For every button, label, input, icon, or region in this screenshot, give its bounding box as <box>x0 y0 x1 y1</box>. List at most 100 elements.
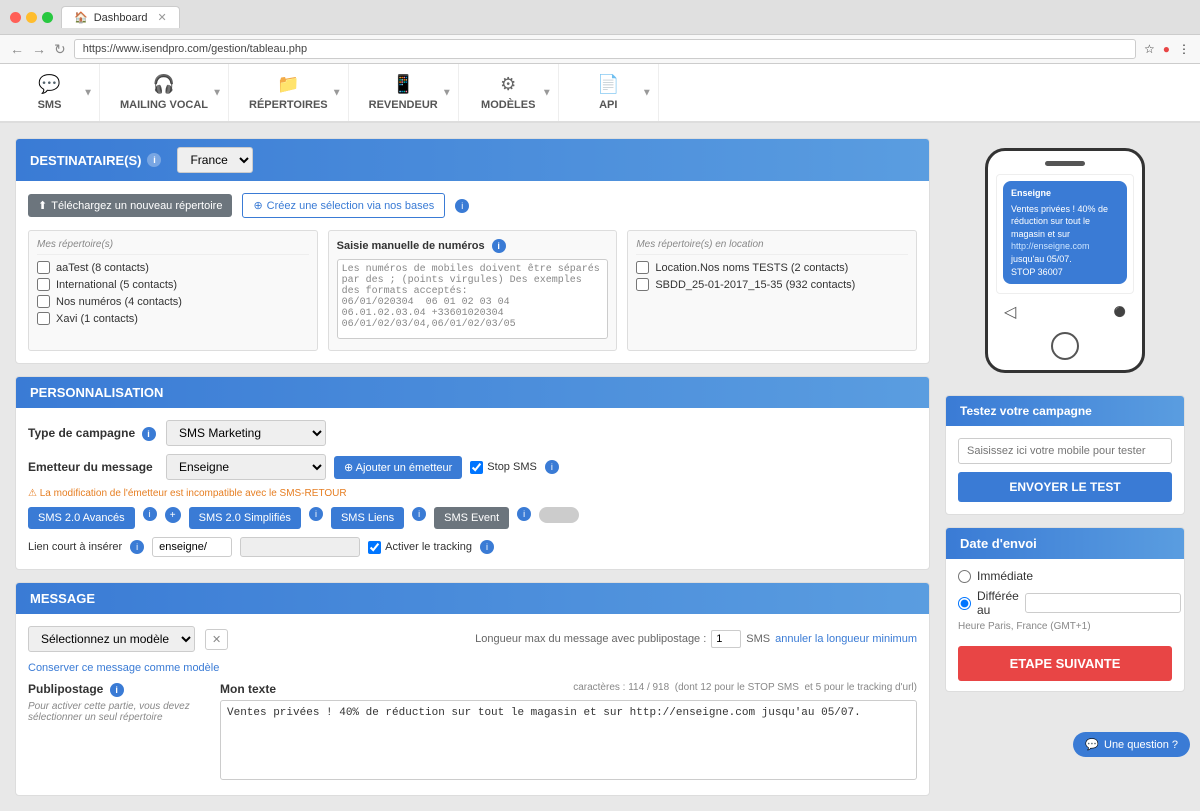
test-campagne-section: Testez votre campagne ENVOYER LE TEST <box>945 395 1185 515</box>
sms-avances-button[interactable]: SMS 2.0 Avancés <box>28 507 135 529</box>
test-mobile-input[interactable] <box>958 438 1172 464</box>
lien-court-value[interactable] <box>240 537 360 557</box>
test-campagne-header: Testez votre campagne <box>946 396 1184 426</box>
rep-checkbox-international[interactable] <box>37 278 50 291</box>
date-envoi-body: Immédiate Différée au 26/06/201 📅 10:45 … <box>946 559 1184 691</box>
rep-checkbox-location-1[interactable] <box>636 261 649 274</box>
etape-suivante-button[interactable]: ETAPE SUIVANTE <box>958 646 1172 681</box>
sms-simplifies-button[interactable]: SMS 2.0 Simplifiés <box>189 507 301 529</box>
sms-buttons-row: SMS 2.0 Avancés i + SMS 2.0 Simplifiés i… <box>28 507 917 529</box>
message-section: MESSAGE Sélectionnez un modèle ✕ Longueu… <box>15 582 930 796</box>
destinataires-header: DESTINATAIRE(S) i France <box>16 139 929 181</box>
rep-checkbox-nos-numeros[interactable] <box>37 295 50 308</box>
annuler-longueur-link[interactable]: annuler la longueur minimum <box>775 633 917 645</box>
phone-home-button <box>1051 332 1079 360</box>
model-select[interactable]: Sélectionnez un modèle <box>28 626 195 652</box>
sms-avances-plus[interactable]: + <box>165 507 181 523</box>
type-campagne-label: Type de campagne i <box>28 426 158 441</box>
saisie-textarea[interactable]: Les numéros de mobiles doivent être sépa… <box>337 259 609 339</box>
ajouter-emetteur-button[interactable]: ⊕ Ajouter un émetteur <box>334 456 462 479</box>
minimize-dot[interactable] <box>26 12 37 23</box>
sms-event-toggle[interactable] <box>539 507 579 523</box>
sms-sender: Enseigne <box>1011 187 1119 200</box>
maximize-dot[interactable] <box>42 12 53 23</box>
sms-avances-info[interactable]: i <box>143 507 157 521</box>
plus-circle-icon: ⊕ <box>253 199 262 212</box>
repertoires-icon: 📁 <box>277 74 299 95</box>
mes-repertoires-title: Mes répertoire(s) <box>37 239 309 255</box>
saisie-title: Saisie manuelle de numéros i <box>337 239 609 253</box>
lien-court-input[interactable] <box>152 537 232 557</box>
forward-button[interactable]: → <box>32 41 46 57</box>
tab-close-icon[interactable]: ✕ <box>158 11 167 24</box>
repertoires-location-title: Mes répertoire(s) en location <box>636 239 908 255</box>
tracking-info[interactable]: i <box>480 540 494 554</box>
address-bar[interactable]: https://www.isendpro.com/gestion/tableau… <box>74 39 1136 59</box>
revendeur-arrow: ▼ <box>442 87 452 98</box>
rep-location-item-1: Location.Nos noms TESTS (2 contacts) <box>636 261 908 274</box>
sms-icon: 💬 <box>38 74 60 95</box>
sms-preview-text: Ventes privées ! 40% de réduction sur to… <box>1011 203 1119 279</box>
save-model-link[interactable]: Conserver ce message comme modèle <box>28 662 219 674</box>
window-controls <box>10 12 53 23</box>
stop-sms-checkbox[interactable] <box>470 461 483 474</box>
tracking-checkbox[interactable] <box>368 541 381 554</box>
destinataires-body: ⬆ Téléchargez un nouveau répertoire ⊕ Cr… <box>16 181 929 363</box>
nav-mailing-vocal[interactable]: 🎧 MAILING VOCAL ▼ <box>100 64 229 121</box>
stop-sms-checkbox-label: Stop SMS <box>470 461 537 474</box>
sms-simplifies-info[interactable]: i <box>309 507 323 521</box>
phone-home-icon: ⚫ <box>1114 307 1126 318</box>
create-info-icon[interactable]: i <box>455 199 469 213</box>
immediate-radio[interactable] <box>958 570 971 583</box>
create-selection-button[interactable]: ⊕ Créez une sélection via nos bases <box>242 193 445 218</box>
type-campagne-info-icon[interactable]: i <box>142 427 156 441</box>
stop-sms-info-icon[interactable]: i <box>545 460 559 474</box>
refresh-button[interactable]: ↻ <box>54 41 66 58</box>
modeles-arrow: ▼ <box>542 87 552 98</box>
longueur-input[interactable] <box>711 630 741 648</box>
sms-event-button[interactable]: SMS Event <box>434 507 509 529</box>
mon-texte-box: Mon texte caractères : 114 / 918 (dont 1… <box>220 682 917 783</box>
destinataires-title: DESTINATAIRE(S) <box>30 153 141 168</box>
sms-preview-bubble: Enseigne Ventes privées ! 40% de réducti… <box>1003 181 1127 284</box>
repertoires-arrow: ▼ <box>332 87 342 98</box>
nav-repertoires[interactable]: 📁 RÉPERTOIRES ▼ <box>229 64 349 121</box>
repertoires-grid: Mes répertoire(s) aaTest (8 contacts) In… <box>28 230 917 351</box>
country-select[interactable]: France <box>177 147 253 173</box>
close-dot[interactable] <box>10 12 21 23</box>
nav-revendeur[interactable]: 📱 REVENDEUR ▼ <box>349 64 459 121</box>
back-button[interactable]: ← <box>10 41 24 57</box>
upload-repertoire-button[interactable]: ⬆ Téléchargez un nouveau répertoire <box>28 194 232 217</box>
destinataires-info-icon[interactable]: i <box>147 153 161 167</box>
nav-modeles[interactable]: ⚙ MODÈLES ▼ <box>459 64 559 121</box>
differee-radio[interactable] <box>958 597 971 610</box>
sms-liens-info[interactable]: i <box>412 507 426 521</box>
sms-event-info[interactable]: i <box>517 507 531 521</box>
personnalisation-body: Type de campagne i SMS Marketing Emetteu… <box>16 408 929 569</box>
browser-tab[interactable]: 🏠 Dashboard ✕ <box>61 6 180 28</box>
clear-model-button[interactable]: ✕ <box>205 629 228 650</box>
question-bubble[interactable]: 💬 Une question ? <box>1073 732 1190 757</box>
publipostage-title: Publipostage i <box>28 682 208 697</box>
date-envoi-section: Date d'envoi Immédiate Différée au 26/06… <box>945 527 1185 692</box>
rep-location-item-2: SBDD_25-01-2017_15-35 (932 contacts) <box>636 278 908 291</box>
envoyer-test-button[interactable]: ENVOYER LE TEST <box>958 472 1172 502</box>
lien-court-info[interactable]: i <box>130 540 144 554</box>
saisie-info-icon[interactable]: i <box>492 239 506 253</box>
message-content-row: Publipostage i Pour activer cette partie… <box>28 682 917 783</box>
message-textarea[interactable]: Ventes privées ! 40% de réduction sur to… <box>220 700 917 780</box>
type-campagne-select[interactable]: SMS Marketing <box>166 420 326 446</box>
bookmark-icon[interactable]: ☆ <box>1144 42 1155 56</box>
warning-text: ⚠ La modification de l'émetteur est inco… <box>28 488 917 499</box>
rep-checkbox-aatest[interactable] <box>37 261 50 274</box>
rep-checkbox-xavi[interactable] <box>37 312 50 325</box>
date-input[interactable]: 26/06/201 <box>1025 593 1181 613</box>
right-panel: Enseigne Ventes privées ! 40% de réducti… <box>945 138 1185 796</box>
emetteur-select[interactable]: Enseigne <box>166 454 326 480</box>
rep-checkbox-location-2[interactable] <box>636 278 649 291</box>
sms-liens-button[interactable]: SMS Liens <box>331 507 404 529</box>
nav-api[interactable]: 📄 API ▼ <box>559 64 659 121</box>
menu-icon[interactable]: ⋮ <box>1178 42 1190 56</box>
publipostage-info[interactable]: i <box>110 683 124 697</box>
nav-sms[interactable]: 💬 SMS ▼ <box>0 64 100 121</box>
